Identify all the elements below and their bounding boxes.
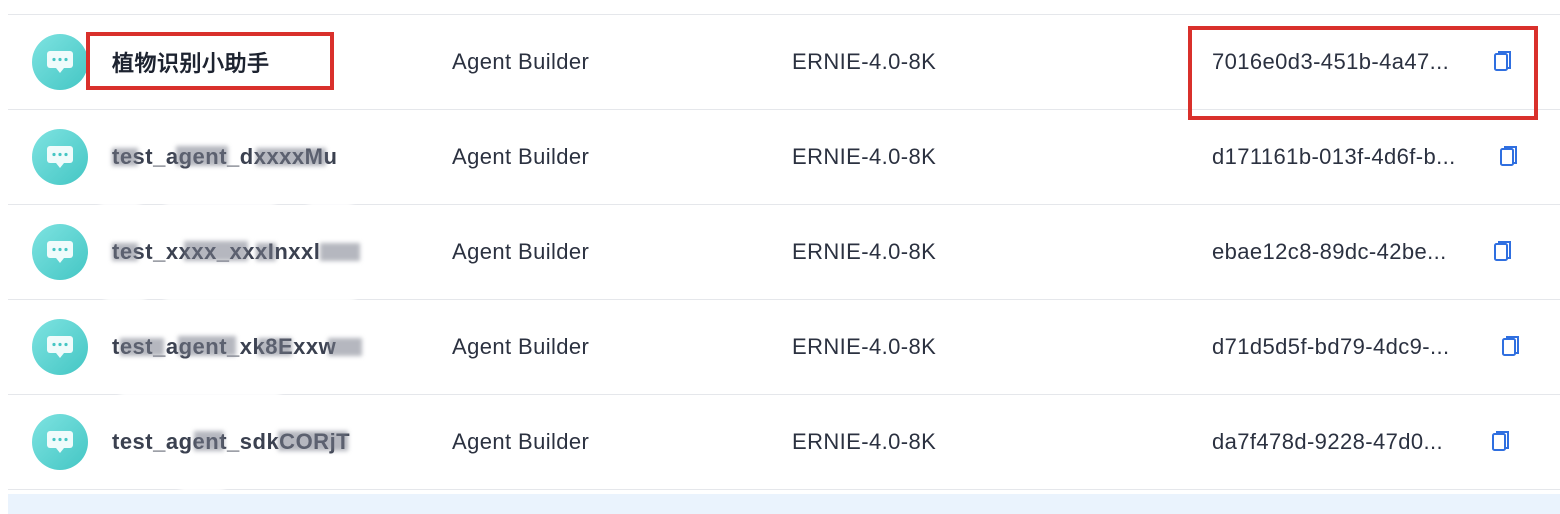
agent-app-id: d71d5d5f-bd79-4dc9-... [1212, 334, 1450, 359]
agent-avatar [32, 129, 88, 185]
redaction-mask [112, 148, 138, 166]
redaction-mask [328, 338, 362, 356]
copy-icon[interactable] [1492, 50, 1514, 74]
table-row[interactable]: 植物识别小助手 Agent Builder ERNIE-4.0-8K 7016e… [8, 15, 1560, 110]
chat-bubble-icon [47, 336, 73, 358]
redaction-mask [112, 243, 138, 261]
redaction-smudge [120, 384, 280, 400]
agent-avatar [32, 34, 88, 90]
copy-icon[interactable] [1498, 145, 1520, 169]
agent-model: ERNIE-4.0-8K [792, 49, 937, 74]
agent-type: Agent Builder [452, 49, 590, 74]
redaction-mask [258, 338, 292, 356]
redaction-mask [184, 241, 248, 261]
table-row[interactable]: test_agent_xk8Exxw Agent Builder ERNIE-4… [8, 300, 1560, 395]
copy-icon[interactable] [1490, 430, 1512, 454]
agent-app-id: 7016e0d3-451b-4a47... [1212, 49, 1450, 74]
agent-type: Agent Builder [452, 239, 590, 264]
agent-avatar [32, 224, 88, 280]
redaction-mask [194, 431, 224, 451]
agent-app-id: da7f478d-9228-47d0... [1212, 429, 1444, 454]
redaction-mask [176, 146, 228, 166]
agent-avatar [32, 414, 88, 470]
redaction-smudge [105, 292, 145, 306]
agent-name[interactable]: 植物识别小助手 [112, 46, 270, 78]
chat-bubble-icon [47, 51, 73, 73]
redaction-smudge [100, 200, 140, 214]
copy-icon[interactable] [1492, 240, 1514, 264]
chat-bubble-icon [47, 431, 73, 453]
redaction-mask [256, 243, 276, 261]
agent-model: ERNIE-4.0-8K [792, 144, 937, 169]
agent-app-id: d171161b-013f-4d6f-b... [1212, 144, 1456, 169]
chat-bubble-icon [47, 241, 73, 263]
redaction-smudge [165, 292, 355, 306]
chat-bubble-icon [47, 146, 73, 168]
agent-model: ERNIE-4.0-8K [792, 239, 937, 264]
table-row[interactable]: test_agent_dxxxxMu Agent Builder ERNIE-4… [8, 110, 1560, 205]
agent-type: Agent Builder [452, 144, 590, 169]
redaction-mask [120, 338, 164, 356]
agent-type: Agent Builder [452, 429, 590, 454]
redaction-mask [256, 148, 326, 166]
table-row[interactable]: test_xxxx_xxxInxxl Agent Builder ERNIE-4… [8, 205, 1560, 300]
agent-avatar [32, 319, 88, 375]
redaction-smudge [165, 200, 275, 214]
redaction-smudge [180, 476, 224, 494]
redaction-mask [178, 336, 236, 356]
selected-row-strip [8, 494, 1560, 514]
agent-model: ERNIE-4.0-8K [792, 334, 937, 359]
agent-table: 植物识别小助手 Agent Builder ERNIE-4.0-8K 7016e… [8, 14, 1560, 490]
redaction-mask [320, 243, 360, 261]
table-row[interactable]: test_agent_sdkCORjT Agent Builder ERNIE-… [8, 395, 1560, 490]
redaction-mask [278, 431, 348, 451]
agent-app-id: ebae12c8-89dc-42be... [1212, 239, 1447, 264]
agent-type: Agent Builder [452, 334, 590, 359]
redaction-smudge [308, 200, 352, 214]
agent-model: ERNIE-4.0-8K [792, 429, 937, 454]
copy-icon[interactable] [1500, 335, 1522, 359]
